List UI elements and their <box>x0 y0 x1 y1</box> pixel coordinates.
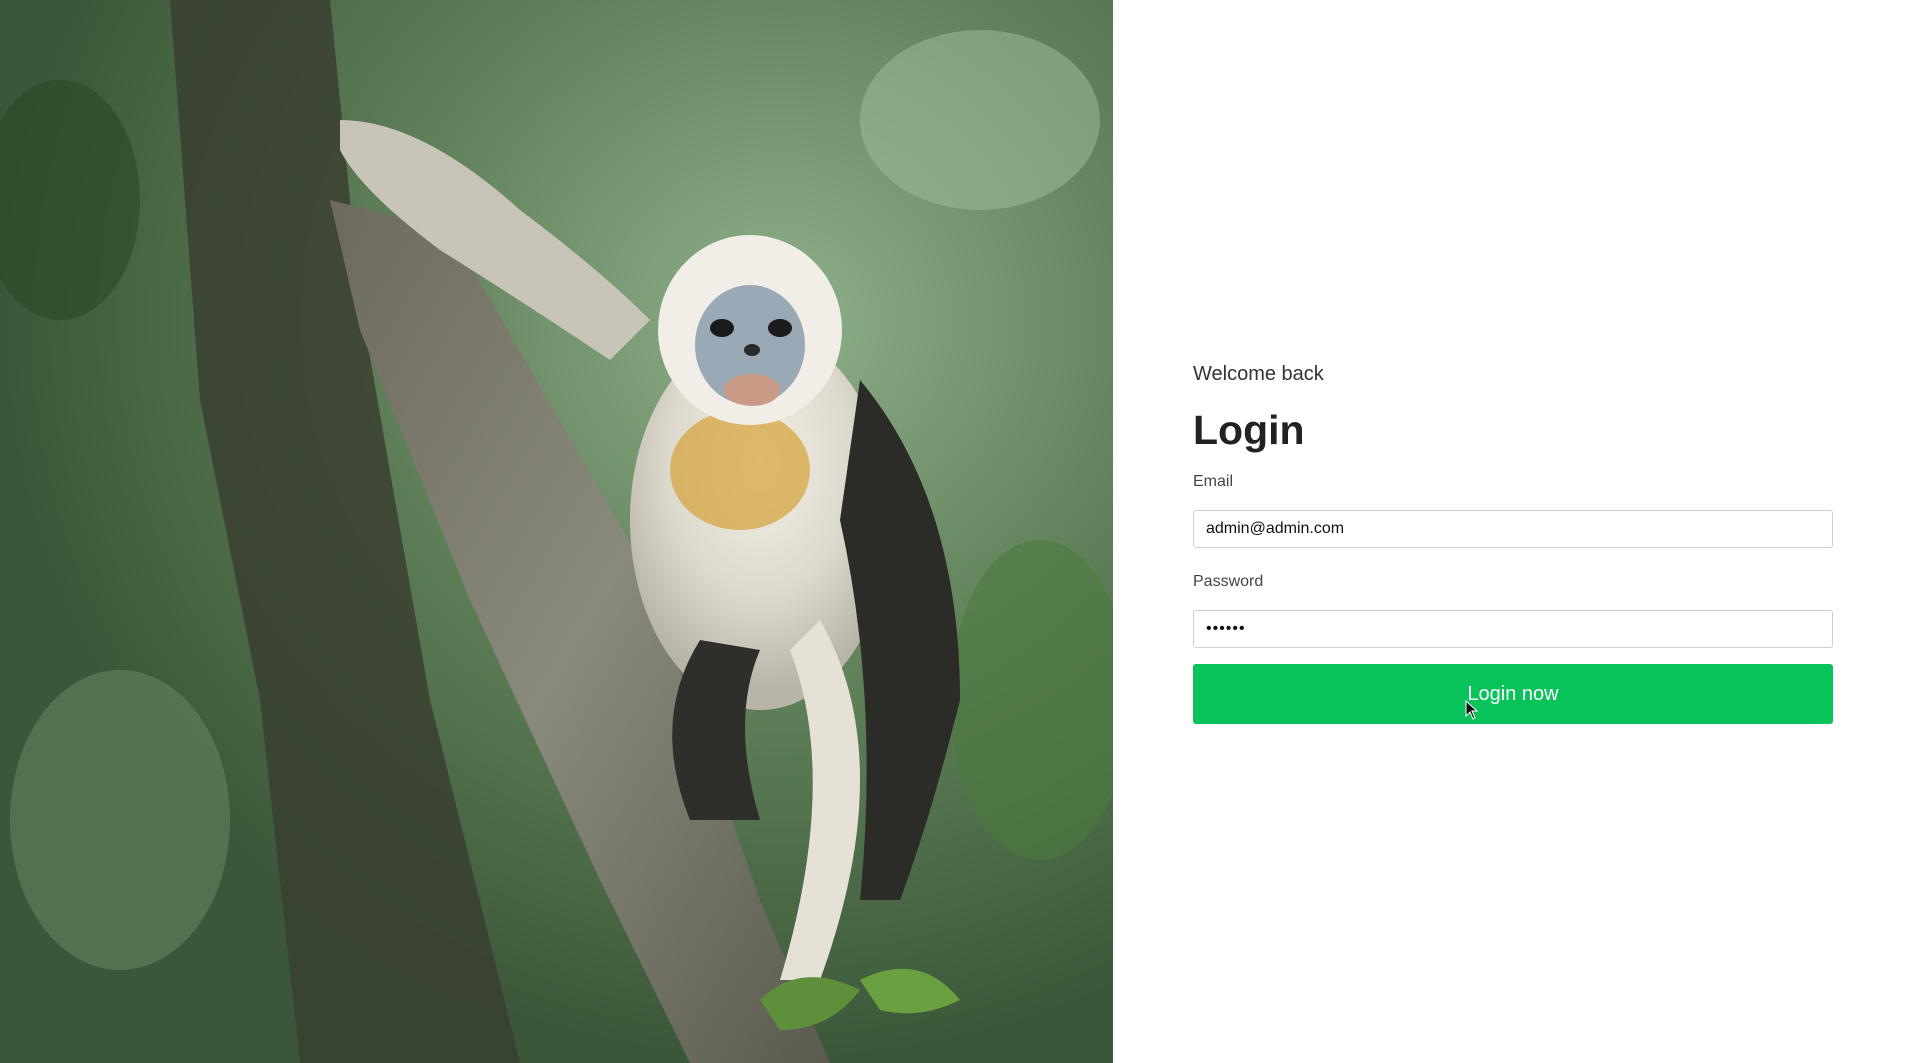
password-field[interactable] <box>1193 610 1833 648</box>
email-label: Email <box>1193 473 1234 490</box>
welcome-text: Welcome back <box>1193 363 1324 385</box>
login-page: Welcome back Login Email Password Login … <box>0 0 1905 1063</box>
login-form: Welcome back Login Email Password Login … <box>1193 362 1833 724</box>
email-field[interactable] <box>1193 510 1833 548</box>
mouse-cursor-icon <box>1465 700 1479 720</box>
hero-image <box>0 0 1113 1063</box>
login-button[interactable]: Login now <box>1193 664 1833 724</box>
monkey-photo <box>0 0 1113 1063</box>
login-panel: Welcome back Login Email Password Login … <box>1113 0 1905 1063</box>
login-title: Login <box>1193 407 1305 453</box>
password-label: Password <box>1193 573 1264 590</box>
